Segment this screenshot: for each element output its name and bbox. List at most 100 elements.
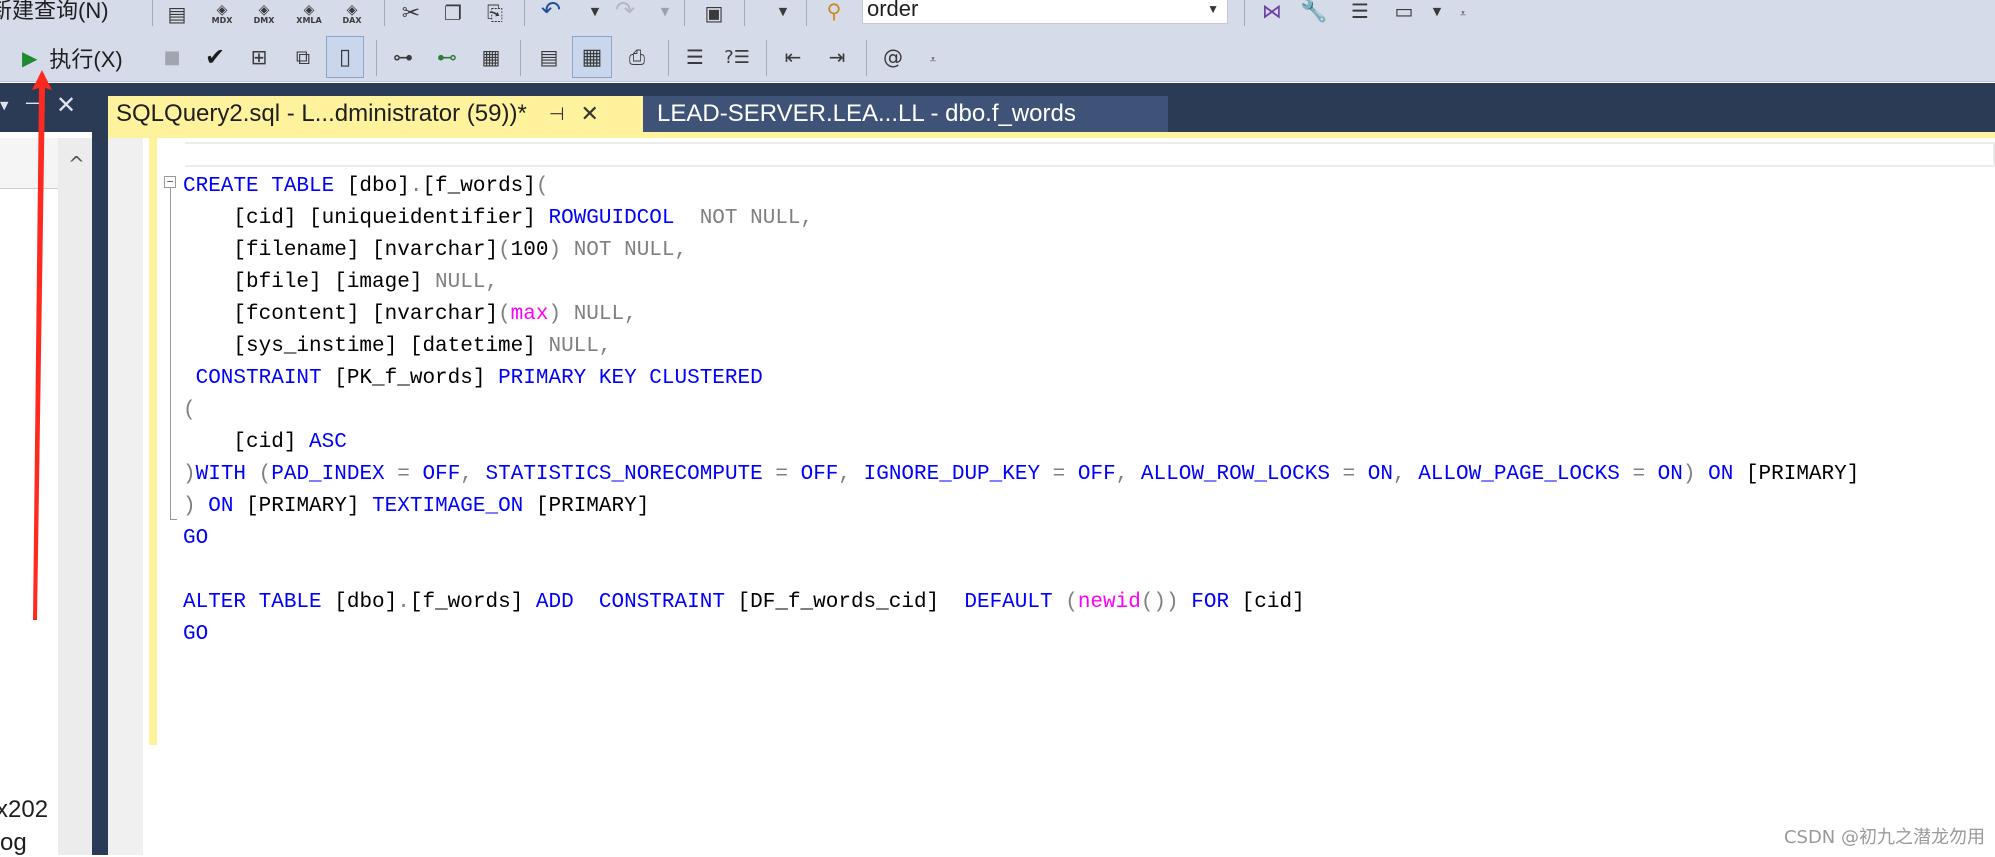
code-token: PRIMARY KEY CLUSTERED xyxy=(498,367,763,390)
client-statistics-button[interactable]: ▦ xyxy=(474,42,508,72)
code-line[interactable]: [bfile] [image] NULL, xyxy=(183,267,1859,299)
toolbar-options-button[interactable]: ⩡ xyxy=(1454,2,1472,26)
code-token: [DF_f_words_cid] xyxy=(737,591,965,614)
code-token: 100 xyxy=(510,239,549,262)
code-line[interactable] xyxy=(183,555,1859,587)
specify-template-values-button[interactable]: @ xyxy=(876,42,910,72)
outdent-icon: ⇤ xyxy=(784,45,802,69)
object-explorer-button[interactable]: ☰ xyxy=(1342,0,1378,24)
tree-item[interactable]: og xyxy=(0,829,27,857)
tab-f-words-design[interactable]: LEAD-SERVER.LEA...LL - dbo.f_words xyxy=(643,96,1168,132)
chevron-down-icon[interactable]: ▼ xyxy=(1207,2,1219,16)
mdx-query-button[interactable]: ◈ MDX xyxy=(204,0,240,28)
tree-item[interactable]: x202 xyxy=(0,796,48,824)
code-token: [dbo] xyxy=(346,175,410,198)
code-token: ()) xyxy=(1140,591,1192,614)
paste-icon: ⎘ xyxy=(487,1,503,25)
code-token: [PK_f_words] xyxy=(334,367,499,390)
code-line[interactable]: [fcontent] [nvarchar](max) NULL, xyxy=(183,299,1859,331)
code-line[interactable]: CONSTRAINT [PK_f_words] PRIMARY KEY CLUS… xyxy=(183,363,1859,395)
results-to-grid-button[interactable]: ▦ xyxy=(572,36,612,78)
code-line[interactable]: ( xyxy=(183,395,1859,427)
close-icon[interactable]: ✕ xyxy=(56,91,76,119)
code-line[interactable]: )WITH (PAD_INDEX = OFF, STATISTICS_NOREC… xyxy=(183,459,1859,491)
database-engine-query-button[interactable]: ▤ xyxy=(160,0,194,28)
window-dropdown[interactable]: ▼ xyxy=(1428,0,1446,24)
undo-button[interactable]: ↶ xyxy=(534,0,568,24)
code-token: NOT NULL, xyxy=(674,207,814,230)
scroll-up-arrow[interactable]: ^ xyxy=(68,152,85,176)
results-to-file-button[interactable]: ⎙ xyxy=(620,42,654,72)
query-options-button[interactable]: ⧉ xyxy=(286,42,320,72)
comment-out-button[interactable]: ☰ xyxy=(678,42,712,72)
live-query-stats-button[interactable]: ⊷ xyxy=(430,42,464,72)
activity-monitor-button[interactable]: ▣ xyxy=(696,0,732,26)
toolbar-separator xyxy=(524,0,525,26)
dax-query-button[interactable]: ◈ DAX xyxy=(334,0,370,28)
toolbar-overflow-dropdown[interactable]: ▼ xyxy=(774,0,792,24)
code-token: [cid] [uniqueidentifier] xyxy=(183,207,549,230)
redo-dropdown[interactable]: ▼ xyxy=(656,0,674,24)
mdx-icon: ◈ xyxy=(216,1,228,18)
cancel-query-button[interactable]: ■ xyxy=(158,42,186,72)
uncomment-button[interactable]: ?☰ xyxy=(720,42,754,72)
visual-studio-button[interactable]: ⋈ xyxy=(1254,0,1290,24)
statistics-icon: ▦ xyxy=(481,45,501,69)
panel-splitter[interactable] xyxy=(92,132,108,855)
code-line[interactable]: [cid] [uniqueidentifier] ROWGUIDCOL NOT … xyxy=(183,203,1859,235)
code-line[interactable]: ) ON [PRIMARY] TEXTIMAGE_ON [PRIMARY] xyxy=(183,491,1859,523)
dmx-query-button[interactable]: ◈ DMX xyxy=(246,0,282,28)
undo-dropdown[interactable]: ▼ xyxy=(586,0,604,24)
toolbar-separator xyxy=(684,0,685,26)
parse-button[interactable]: ✔ xyxy=(200,42,230,72)
xmla-query-button[interactable]: ◈ XMLA xyxy=(290,0,328,28)
code-token: [dbo] xyxy=(334,591,398,614)
copy-button[interactable]: ❐ xyxy=(436,0,470,26)
database-combobox[interactable]: order ▼ xyxy=(862,0,1228,24)
sql-code[interactable]: CREATE TABLE [dbo].[f_words]( [cid] [uni… xyxy=(183,171,1859,651)
decrease-indent-button[interactable]: ⇤ xyxy=(776,42,810,72)
code-token: [PRIMARY] xyxy=(246,495,373,518)
cut-button[interactable]: ✂ xyxy=(394,0,428,26)
code-line[interactable]: [sys_instime] [datetime] NULL, xyxy=(183,331,1859,363)
collapse-icon[interactable]: − xyxy=(164,176,176,188)
change-tracking-bar xyxy=(149,138,157,745)
toolbar-separator xyxy=(668,40,669,76)
pin-icon[interactable]: ⊣ xyxy=(549,104,565,125)
tab-sqlquery2[interactable]: SQLQuery2.sql - L...dministrator (59))* … xyxy=(108,96,643,132)
code-line[interactable]: CREATE TABLE [dbo].[f_words]( xyxy=(183,171,1859,203)
increase-indent-button[interactable]: ⇥ xyxy=(820,42,854,72)
toolbar-separator xyxy=(744,0,745,26)
dax-icon: ◈ xyxy=(346,1,358,18)
code-token: ( xyxy=(183,399,196,422)
object-explorer-scrollbar[interactable]: ^ xyxy=(58,138,92,855)
include-actual-plan-button[interactable]: ⊶ xyxy=(386,42,420,72)
code-line[interactable]: ALTER TABLE [dbo].[f_words] ADD CONSTRAI… xyxy=(183,587,1859,619)
toolbar-options-button[interactable]: ⩡ xyxy=(924,48,942,72)
toolbar-separator xyxy=(1244,0,1245,26)
new-query-button[interactable]: 新建查询(N) xyxy=(0,0,109,24)
code-token: OFF xyxy=(800,463,839,486)
code-line[interactable]: [cid] ASC xyxy=(183,427,1859,459)
code-token: STATISTICS_NORECOMPUTE xyxy=(485,463,776,486)
uncomment-icon: ?☰ xyxy=(724,46,750,68)
redo-button[interactable]: ↷ xyxy=(608,0,642,24)
code-token: ) NULL, xyxy=(548,303,637,326)
outline-end xyxy=(170,519,177,520)
code-token: ( xyxy=(258,463,272,486)
chevron-down-icon[interactable]: ▼ xyxy=(0,99,8,112)
code-line[interactable]: GO xyxy=(183,619,1859,651)
dmx-label: DMX xyxy=(253,15,275,25)
display-estimated-plan-button[interactable]: ⊞ xyxy=(242,42,276,72)
paste-button[interactable]: ⎘ xyxy=(478,0,512,26)
output-window-button[interactable]: ▭ xyxy=(1386,0,1422,24)
code-token: IGNORE_DUP_KEY xyxy=(863,463,1053,486)
results-to-text-button[interactable]: ▤ xyxy=(532,42,566,72)
code-token: ) xyxy=(183,495,209,518)
properties-button[interactable]: 🔧 xyxy=(1296,0,1332,24)
close-icon[interactable]: ✕ xyxy=(581,102,599,127)
intellisense-toggle[interactable]: ▯ xyxy=(326,36,364,78)
document-icon: ▯ xyxy=(338,44,352,70)
code-line[interactable]: [filename] [nvarchar](100) NOT NULL, xyxy=(183,235,1859,267)
code-line[interactable]: GO xyxy=(183,523,1859,555)
